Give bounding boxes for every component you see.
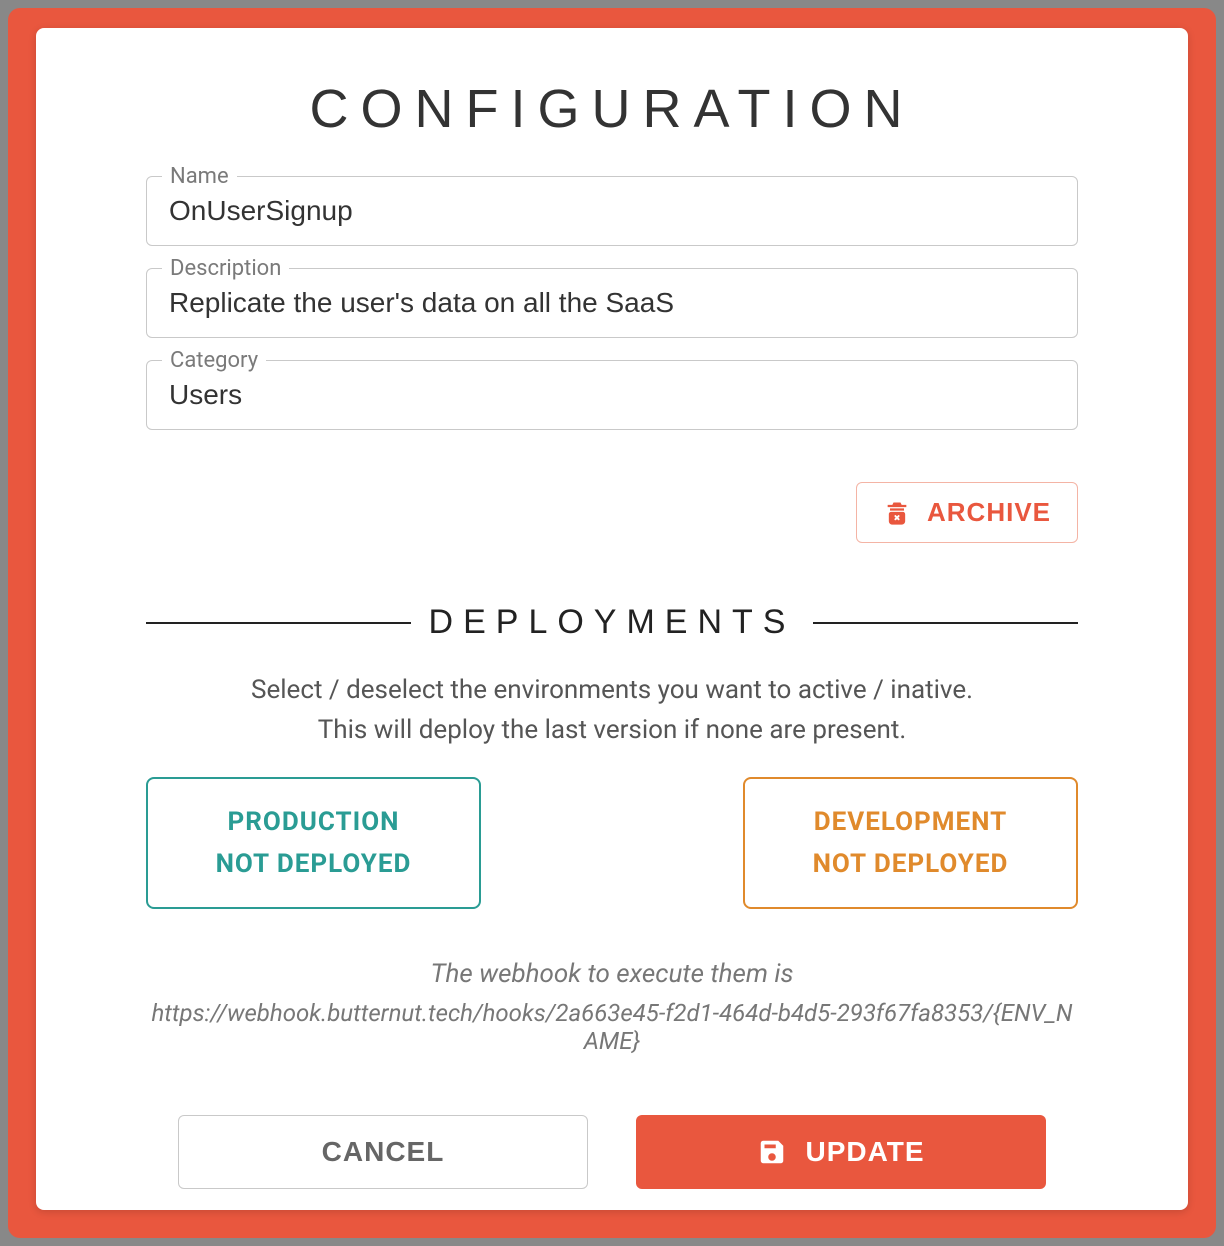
deployments-divider: DEPLOYMENTS: [146, 603, 1078, 642]
action-buttons-row: CANCEL UPDATE: [146, 1115, 1078, 1189]
name-field-wrap: Name: [146, 176, 1078, 246]
env-card-development[interactable]: DEVELOPMENT NOT DEPLOYED: [743, 777, 1078, 909]
update-button-label: UPDATE: [805, 1136, 924, 1168]
archive-button-label: ARCHIVE: [927, 497, 1051, 528]
deployments-help-line2: This will deploy the last version if non…: [146, 710, 1078, 750]
deployments-title: DEPLOYMENTS: [429, 603, 796, 642]
webhook-caption: The webhook to execute them is: [146, 959, 1078, 989]
env-development-name: DEVELOPMENT: [755, 807, 1066, 837]
env-card-production[interactable]: PRODUCTION NOT DEPLOYED: [146, 777, 481, 909]
deployments-help: Select / deselect the environments you w…: [146, 670, 1078, 751]
category-input[interactable]: [146, 360, 1078, 430]
cancel-button-label: CANCEL: [322, 1136, 445, 1168]
env-development-status: NOT DEPLOYED: [755, 849, 1066, 879]
environments-row: PRODUCTION NOT DEPLOYED DEVELOPMENT NOT …: [146, 777, 1078, 909]
archive-button[interactable]: ARCHIVE: [856, 482, 1078, 543]
env-production-status: NOT DEPLOYED: [158, 849, 469, 879]
modal-backdrop: CONFIGURATION Name Description Category …: [8, 8, 1216, 1238]
description-field-label: Description: [162, 256, 289, 281]
category-field-wrap: Category: [146, 360, 1078, 430]
deployments-help-line1: Select / deselect the environments you w…: [146, 670, 1078, 710]
trash-icon: [883, 499, 911, 527]
save-icon: [757, 1137, 787, 1167]
cancel-button[interactable]: CANCEL: [178, 1115, 588, 1189]
modal-title: CONFIGURATION: [146, 78, 1078, 140]
archive-row: ARCHIVE: [146, 482, 1078, 543]
divider-line-right: [813, 622, 1078, 624]
name-field-label: Name: [162, 164, 237, 189]
description-field-wrap: Description: [146, 268, 1078, 338]
env-production-name: PRODUCTION: [158, 807, 469, 837]
configuration-modal: CONFIGURATION Name Description Category …: [36, 28, 1188, 1210]
name-input[interactable]: [146, 176, 1078, 246]
webhook-url: https://webhook.butternut.tech/hooks/2a6…: [146, 999, 1078, 1055]
divider-line-left: [146, 622, 411, 624]
category-field-label: Category: [162, 348, 266, 373]
update-button[interactable]: UPDATE: [636, 1115, 1046, 1189]
